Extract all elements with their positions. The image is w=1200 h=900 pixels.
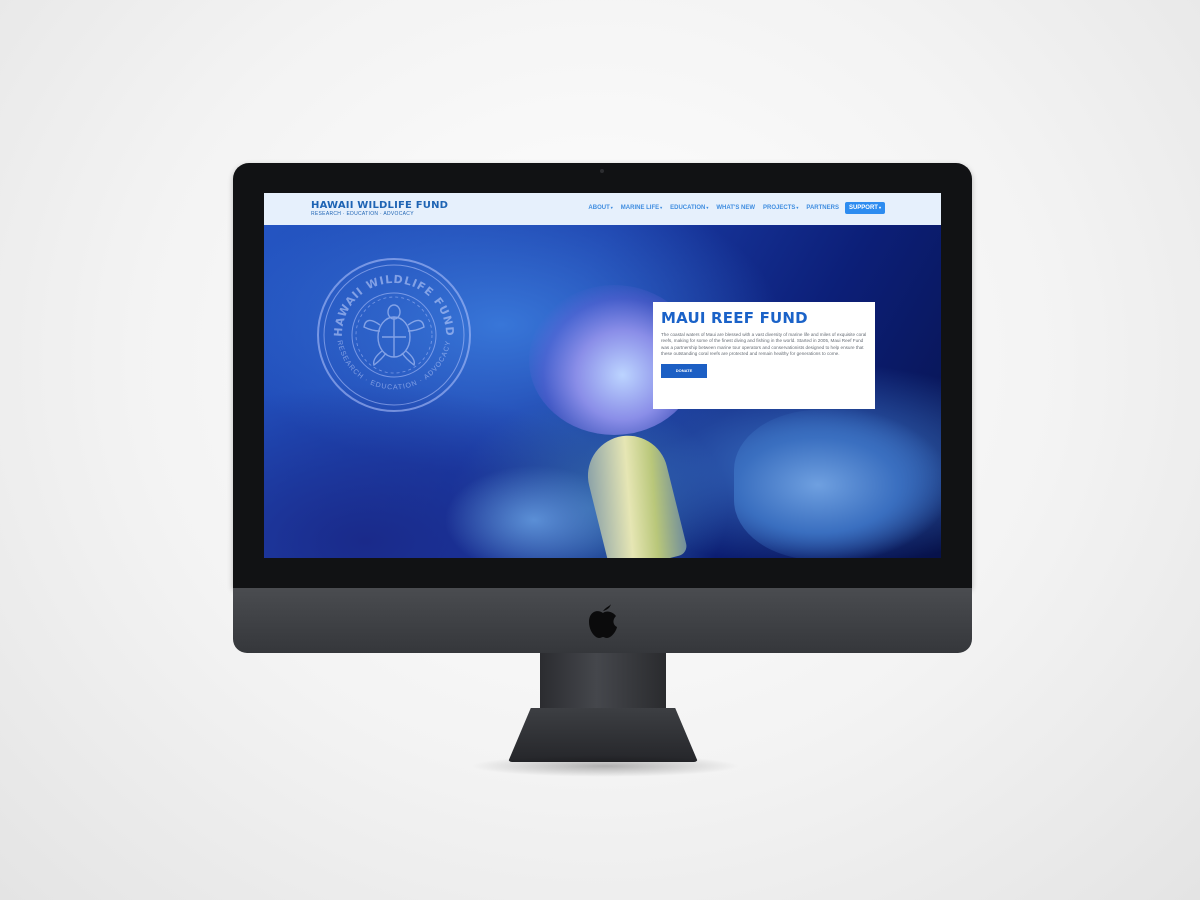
nav-item-label: WHAT'S NEW xyxy=(716,205,756,211)
chevron-down-icon: ▾ xyxy=(610,205,613,210)
nav-item-label: MARINE LIFE xyxy=(620,205,660,211)
logo-tagline: RESEARCH · EDUCATION · ADVOCACY xyxy=(311,211,414,217)
nav-item-partners[interactable]: PARTNERS xyxy=(806,205,839,211)
logo-title: HAWAII WILDLIFE FUND xyxy=(311,200,449,211)
nav-item-education[interactable]: EDUCATION▾ xyxy=(670,205,708,211)
camera xyxy=(600,169,604,173)
chevron-down-icon: ▾ xyxy=(660,205,663,210)
donate-button[interactable]: DONATE xyxy=(661,364,707,379)
nav-item-label: PARTNERS xyxy=(806,205,839,211)
monitor-bezel: HAWAII WILDLIFE FUND RESEARCH · EDUCATIO… xyxy=(233,163,972,588)
card-description: The coastal waters of Maui are blessed w… xyxy=(661,332,867,356)
stand-shadow xyxy=(470,755,740,777)
nav-item-label: ABOUT xyxy=(588,205,610,211)
apple-icon xyxy=(589,604,617,638)
nav-item-about[interactable]: ABOUT▾ xyxy=(588,205,612,211)
nav-item-marine-life[interactable]: MARINE LIFE▾ xyxy=(621,205,662,211)
maui-reef-fund-card: MAUI REEF FUND The coastal waters of Mau… xyxy=(653,302,875,409)
card-title: MAUI REEF FUND xyxy=(661,309,808,327)
site-logo[interactable]: HAWAII WILDLIFE FUND RESEARCH · EDUCATIO… xyxy=(311,200,448,217)
nav-item-label: PROJECTS xyxy=(763,205,796,211)
monitor-stand-neck xyxy=(540,653,666,713)
hero-banner: HAWAII WILDLIFE FUND RESEARCH · EDUCATIO… xyxy=(264,225,941,558)
sea-turtle-icon xyxy=(363,304,425,367)
imac-monitor: HAWAII WILDLIFE FUND RESEARCH · EDUCATIO… xyxy=(233,163,972,653)
monitor-chin xyxy=(233,588,972,653)
nav-item-label: EDUCATION xyxy=(670,205,706,211)
website-screen: HAWAII WILDLIFE FUND RESEARCH · EDUCATIO… xyxy=(264,193,941,558)
main-nav: ABOUT▾ MARINE LIFE▾ EDUCATION▾ WHAT'S NE… xyxy=(580,202,885,214)
nav-item-whats-new[interactable]: WHAT'S NEW xyxy=(716,205,755,211)
support-label: SUPPORT xyxy=(848,205,878,211)
site-navbar: HAWAII WILDLIFE FUND RESEARCH · EDUCATIO… xyxy=(264,193,941,225)
chevron-down-icon: ▾ xyxy=(878,205,881,210)
hero-coral xyxy=(734,410,941,558)
monitor-stand-base xyxy=(508,708,698,762)
hawaii-wildlife-fund-seal: HAWAII WILDLIFE FUND RESEARCH · EDUCATIO… xyxy=(317,258,471,412)
chevron-down-icon: ▾ xyxy=(796,205,799,210)
nav-item-projects[interactable]: PROJECTS▾ xyxy=(763,205,798,211)
support-button[interactable]: SUPPORT▾ xyxy=(844,202,885,214)
chevron-down-icon: ▾ xyxy=(706,205,709,210)
